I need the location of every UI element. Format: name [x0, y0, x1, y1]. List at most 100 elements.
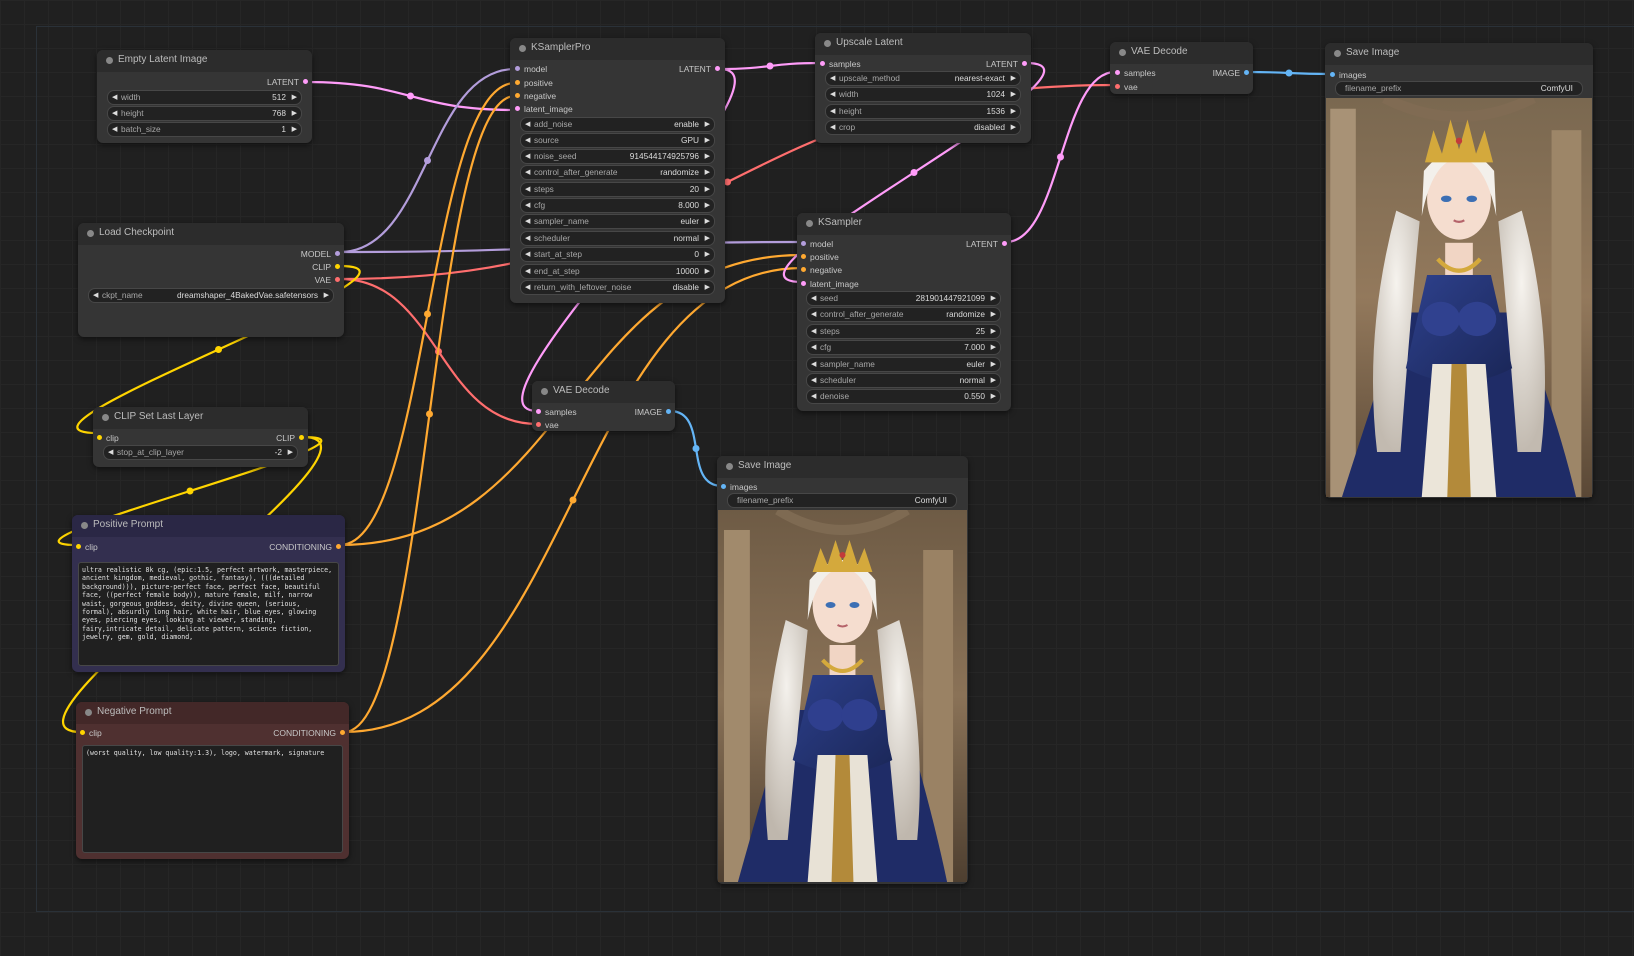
input-pin[interactable]	[1330, 72, 1335, 77]
output-model[interactable]: MODEL	[301, 249, 340, 259]
node-ksampler[interactable]: KSampler model positive negative latent_…	[797, 213, 1011, 411]
decrement-arrow-icon[interactable]: ◀	[811, 358, 816, 371]
output-pin[interactable]	[1244, 70, 1249, 75]
input-pin[interactable]	[536, 409, 541, 414]
decrement-arrow-icon[interactable]: ◀	[525, 232, 530, 245]
node-vae-decode-2[interactable]: VAE Decode samples vae IMAGE	[1110, 42, 1253, 94]
node-header[interactable]: KSampler	[797, 213, 1011, 235]
output-latent[interactable]: LATENT	[267, 77, 308, 87]
collapse-dot[interactable]	[541, 388, 548, 395]
node-header[interactable]: KSamplerPro	[510, 38, 725, 60]
input-samples[interactable]: samples	[536, 407, 577, 417]
output-pin[interactable]	[299, 435, 304, 440]
input-images[interactable]: images	[721, 482, 757, 492]
node-negative-prompt[interactable]: Negative Prompt clip CONDITIONING (worst…	[76, 702, 349, 859]
widget-height[interactable]: ◀ height 1536 ▶	[825, 104, 1021, 119]
node-header[interactable]: VAE Decode	[1110, 42, 1253, 64]
node-header[interactable]: Save Image	[717, 456, 968, 478]
node-upscale-latent[interactable]: Upscale Latent samples LATENT ◀ upscale_…	[815, 33, 1031, 143]
increment-arrow-icon[interactable]: ▶	[991, 325, 996, 338]
node-load-checkpoint[interactable]: Load Checkpoint MODEL CLIP VAE ◀ ckpt_na…	[78, 223, 344, 337]
widget-sampler-name[interactable]: ◀ sampler_name euler ▶	[806, 357, 1001, 372]
input-vae[interactable]: vae	[536, 420, 559, 430]
collapse-dot[interactable]	[806, 220, 813, 227]
node-empty-latent-image[interactable]: Empty Latent Image LATENT ◀ width 512 ▶ …	[97, 50, 312, 143]
input-positive[interactable]: positive	[801, 252, 839, 262]
prompt-textarea[interactable]: ultra realistic 8k cg, (epic:1.5, perfec…	[78, 562, 339, 666]
collapse-dot[interactable]	[1119, 49, 1126, 56]
collapse-dot[interactable]	[824, 40, 831, 47]
increment-arrow-icon[interactable]: ▶	[991, 308, 996, 321]
input-pin[interactable]	[801, 241, 806, 246]
widget-upscale-method[interactable]: ◀ upscale_method nearest-exact ▶	[825, 71, 1021, 86]
output-latent[interactable]: LATENT	[679, 64, 720, 74]
node-header[interactable]: Save Image	[1325, 43, 1593, 65]
decrement-arrow-icon[interactable]: ◀	[93, 289, 98, 302]
output-pin[interactable]	[1002, 241, 1007, 246]
increment-arrow-icon[interactable]: ▶	[705, 215, 710, 228]
input-negative[interactable]: negative	[515, 91, 556, 101]
increment-arrow-icon[interactable]: ▶	[991, 292, 996, 305]
decrement-arrow-icon[interactable]: ◀	[525, 183, 530, 196]
collapse-dot[interactable]	[519, 45, 526, 52]
input-images[interactable]: images	[1330, 70, 1366, 80]
widget-filename-prefix[interactable]: filename_prefix ComfyUI	[727, 493, 957, 508]
node-header[interactable]: CLIP Set Last Layer	[93, 407, 308, 429]
decrement-arrow-icon[interactable]: ◀	[525, 199, 530, 212]
increment-arrow-icon[interactable]: ▶	[705, 281, 710, 294]
node-header[interactable]: Empty Latent Image	[97, 50, 312, 72]
input-pin[interactable]	[76, 544, 81, 549]
widget-sampler-name[interactable]: ◀ sampler_name euler ▶	[520, 214, 715, 229]
input-positive[interactable]: positive	[515, 78, 553, 88]
output-latent[interactable]: LATENT	[986, 59, 1027, 69]
increment-arrow-icon[interactable]: ▶	[1011, 105, 1016, 118]
increment-arrow-icon[interactable]: ▶	[705, 150, 710, 163]
output-image[interactable]: IMAGE	[635, 407, 671, 417]
output-image-preview[interactable]	[1326, 98, 1592, 497]
collapse-dot[interactable]	[87, 230, 94, 237]
node-save-image-1[interactable]: Save Image images filename_prefix ComfyU…	[717, 456, 968, 884]
decrement-arrow-icon[interactable]: ◀	[811, 341, 816, 354]
widget-control-after-generate[interactable]: ◀ control_after_generate randomize ▶	[806, 307, 1001, 322]
output-pin[interactable]	[336, 544, 341, 549]
increment-arrow-icon[interactable]: ▶	[991, 358, 996, 371]
decrement-arrow-icon[interactable]: ◀	[811, 390, 816, 403]
output-conditioning[interactable]: CONDITIONING	[273, 728, 345, 738]
collapse-dot[interactable]	[102, 414, 109, 421]
decrement-arrow-icon[interactable]: ◀	[525, 134, 530, 147]
increment-arrow-icon[interactable]: ▶	[292, 107, 297, 120]
input-pin[interactable]	[801, 267, 806, 272]
collapse-dot[interactable]	[1334, 50, 1341, 57]
output-vae[interactable]: VAE	[315, 275, 340, 285]
decrement-arrow-icon[interactable]: ◀	[525, 166, 530, 179]
node-header[interactable]: VAE Decode	[532, 381, 675, 403]
decrement-arrow-icon[interactable]: ◀	[112, 91, 117, 104]
output-pin[interactable]	[715, 66, 720, 71]
prompt-textarea[interactable]: (worst quality, low quality:1.3), logo, …	[82, 745, 343, 853]
output-image[interactable]: IMAGE	[1213, 68, 1249, 78]
widget-batch-size[interactable]: ◀ batch_size 1 ▶	[107, 122, 302, 137]
node-header[interactable]: Positive Prompt	[72, 515, 345, 537]
widget-filename-prefix[interactable]: filename_prefix ComfyUI	[1335, 81, 1583, 96]
widget-end-at-step[interactable]: ◀ end_at_step 10000 ▶	[520, 264, 715, 279]
output-latent[interactable]: LATENT	[966, 239, 1007, 249]
decrement-arrow-icon[interactable]: ◀	[811, 325, 816, 338]
output-pin[interactable]	[335, 264, 340, 269]
increment-arrow-icon[interactable]: ▶	[991, 341, 996, 354]
node-clip-set-last-layer[interactable]: CLIP Set Last Layer clip CLIP ◀ stop_at_…	[93, 407, 308, 467]
node-header[interactable]: Upscale Latent	[815, 33, 1031, 55]
widget-steps[interactable]: ◀ steps 25 ▶	[806, 324, 1001, 339]
decrement-arrow-icon[interactable]: ◀	[830, 72, 835, 85]
node-save-image-2[interactable]: Save Image images filename_prefix ComfyU…	[1325, 43, 1593, 498]
widget-seed[interactable]: ◀ seed 281901447921099 ▶	[806, 291, 1001, 306]
node-header[interactable]: Negative Prompt	[76, 702, 349, 724]
widget-add-noise[interactable]: ◀ add_noise enable ▶	[520, 117, 715, 132]
input-samples[interactable]: samples	[1115, 68, 1156, 78]
decrement-arrow-icon[interactable]: ◀	[525, 281, 530, 294]
decrement-arrow-icon[interactable]: ◀	[525, 118, 530, 131]
widget-width[interactable]: ◀ width 1024 ▶	[825, 87, 1021, 102]
input-pin[interactable]	[515, 80, 520, 85]
input-clip[interactable]: clip	[76, 542, 98, 552]
widget-cfg[interactable]: ◀ cfg 8.000 ▶	[520, 198, 715, 213]
output-pin[interactable]	[335, 277, 340, 282]
